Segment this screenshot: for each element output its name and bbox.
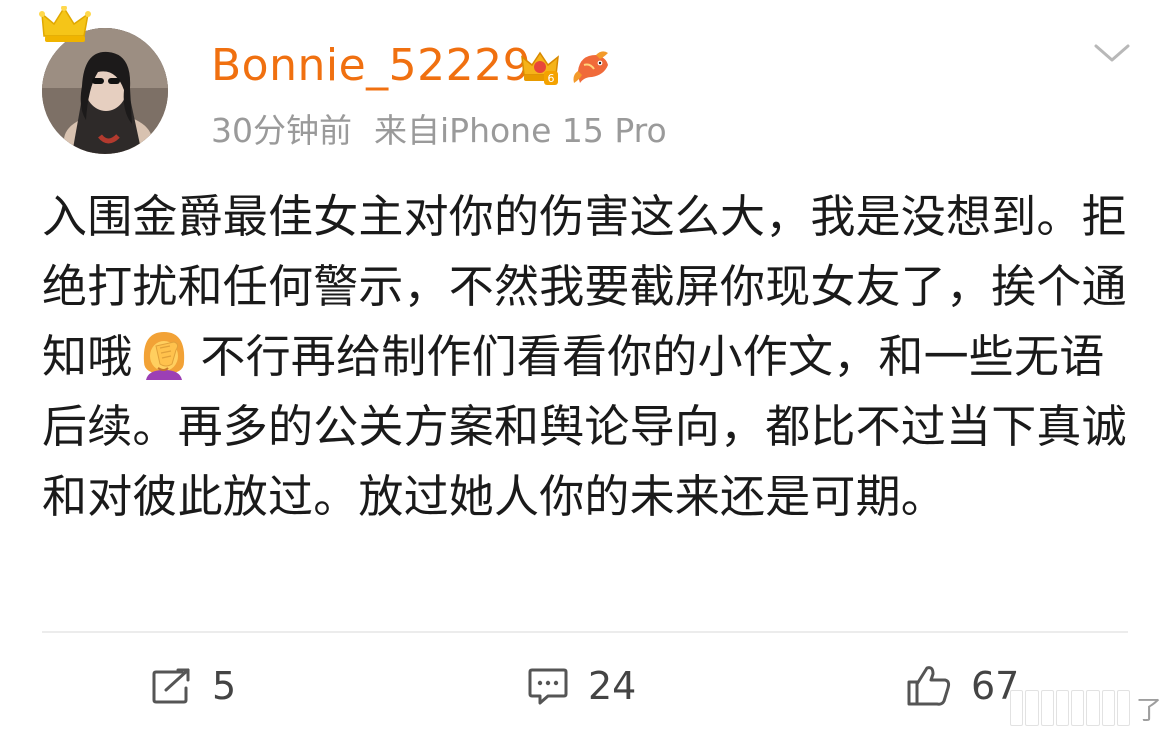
- repost-button[interactable]: 5: [150, 660, 236, 712]
- post-meta: 30分钟前 来自iPhone 15 Pro: [211, 109, 667, 153]
- watermark-block: [1086, 690, 1100, 726]
- comment-button[interactable]: 24: [526, 660, 636, 712]
- watermark-text: 了: [1136, 695, 1163, 726]
- watermark-block: [1101, 690, 1115, 726]
- watermark: 了: [1010, 686, 1162, 730]
- face-palm-emoji-icon: [144, 332, 185, 380]
- comment-icon: [528, 668, 568, 705]
- watermark-block: [1025, 690, 1039, 726]
- koi-fish-badge-icon[interactable]: [570, 45, 614, 89]
- repost-icon: [152, 668, 190, 704]
- username[interactable]: Bonnie_52229: [211, 38, 531, 94]
- avatar-area[interactable]: [38, 6, 172, 156]
- post-source: 来自iPhone 15 Pro: [374, 111, 667, 150]
- post-text: 入围金爵最佳女主对你的伤害这么大，我是没想到。拒绝打扰和任何警示，不然我要截屏你…: [42, 182, 1128, 532]
- watermark-block: [1055, 690, 1069, 726]
- crown-icon: [39, 6, 91, 42]
- divider: [42, 631, 1128, 633]
- comment-count: 24: [588, 664, 637, 708]
- post-text-part2: 不行再给制作们看看你的小作文，和一些无语后续。再多的公关方案和舆论导向，都比不过…: [42, 330, 1127, 523]
- weibo-post: Bonnie_52229 6 30分钟前 来自iPhone 15 Pro 入围金爵…: [0, 0, 1170, 736]
- watermark-block: [1071, 690, 1085, 726]
- user-badges: 6: [518, 44, 614, 90]
- avatar[interactable]: [42, 28, 168, 154]
- crown-level-badge-icon[interactable]: 6: [518, 45, 562, 89]
- watermark-block: [1010, 690, 1024, 726]
- chevron-down-icon[interactable]: [1092, 38, 1132, 68]
- post-time: 30分钟前: [211, 111, 352, 150]
- watermark-block: [1040, 690, 1054, 726]
- svg-text:6: 6: [548, 72, 555, 85]
- thumbs-up-icon: [907, 666, 951, 706]
- like-button[interactable]: 67: [905, 660, 1019, 712]
- repost-count: 5: [212, 664, 237, 708]
- watermark-block: [1116, 690, 1130, 726]
